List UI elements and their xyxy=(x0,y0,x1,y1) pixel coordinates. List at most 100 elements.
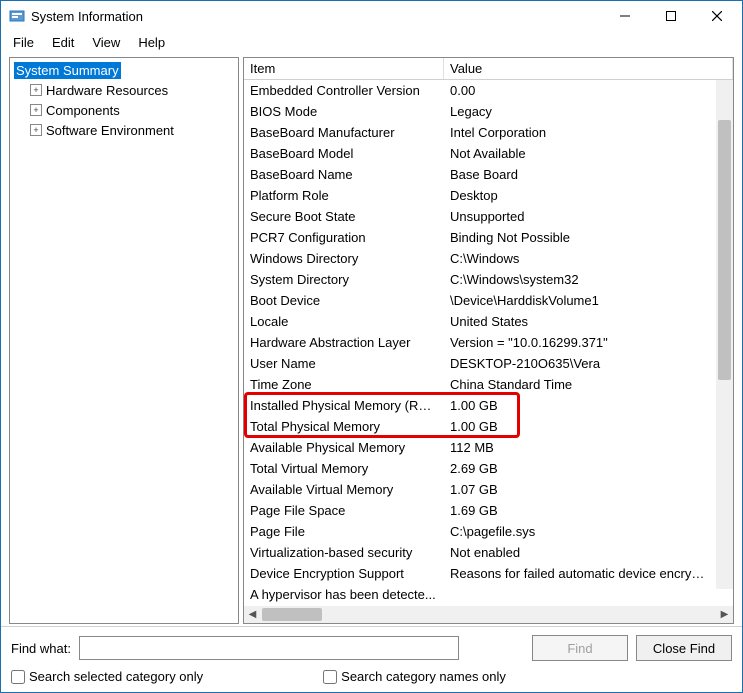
titlebar: System Information xyxy=(1,1,742,31)
cell-value: Base Board xyxy=(444,167,716,182)
cell-item: Platform Role xyxy=(244,188,444,203)
list-row[interactable]: Time ZoneChina Standard Time xyxy=(244,374,716,395)
scrollbar-thumb[interactable] xyxy=(262,608,322,621)
cell-value: Unsupported xyxy=(444,209,716,224)
cell-item: Boot Device xyxy=(244,293,444,308)
list-row[interactable]: BIOS ModeLegacy xyxy=(244,101,716,122)
search-selected-checkbox[interactable]: Search selected category only xyxy=(11,669,203,684)
list-row[interactable]: Hardware Abstraction LayerVersion = "10.… xyxy=(244,332,716,353)
checkbox-icon[interactable] xyxy=(11,670,25,684)
cell-value: 0.00 xyxy=(444,83,716,98)
cell-value: \Device\HarddiskVolume1 xyxy=(444,293,716,308)
menu-edit[interactable]: Edit xyxy=(44,33,82,52)
list-row[interactable]: Total Virtual Memory2.69 GB xyxy=(244,458,716,479)
cell-item: Secure Boot State xyxy=(244,209,444,224)
list-row[interactable]: Platform RoleDesktop xyxy=(244,185,716,206)
list-row[interactable]: Windows DirectoryC:\Windows xyxy=(244,248,716,269)
cell-value: 1.00 GB xyxy=(444,398,716,413)
column-item[interactable]: Item xyxy=(244,58,444,79)
checkbox-icon[interactable] xyxy=(323,670,337,684)
column-value[interactable]: Value xyxy=(444,58,733,79)
list-row[interactable]: Available Physical Memory112 MB xyxy=(244,437,716,458)
cell-item: System Directory xyxy=(244,272,444,287)
expand-icon[interactable]: + xyxy=(30,124,42,136)
checkbox-label: Search selected category only xyxy=(29,669,203,684)
window-title: System Information xyxy=(31,9,143,24)
list-row[interactable]: PCR7 ConfigurationBinding Not Possible xyxy=(244,227,716,248)
menubar: File Edit View Help xyxy=(1,31,742,53)
list-row[interactable]: Installed Physical Memory (RAM)1.00 GB xyxy=(244,395,716,416)
cell-item: Available Virtual Memory xyxy=(244,482,444,497)
list-row[interactable]: Embedded Controller Version0.00 xyxy=(244,80,716,101)
list-row[interactable]: Page File Space1.69 GB xyxy=(244,500,716,521)
cell-item: PCR7 Configuration xyxy=(244,230,444,245)
cell-item: Total Physical Memory xyxy=(244,419,444,434)
cell-value: Not Available xyxy=(444,146,716,161)
maximize-button[interactable] xyxy=(648,1,694,31)
list-row[interactable]: Page FileC:\pagefile.sys xyxy=(244,521,716,542)
scroll-right-icon[interactable]: ▶ xyxy=(716,606,733,623)
cell-item: Hardware Abstraction Layer xyxy=(244,335,444,350)
list-row[interactable]: Total Physical Memory1.00 GB xyxy=(244,416,716,437)
cell-item: Virtualization-based security xyxy=(244,545,444,560)
list-body: Embedded Controller Version0.00BIOS Mode… xyxy=(244,80,733,606)
list-row[interactable]: Secure Boot StateUnsupported xyxy=(244,206,716,227)
search-names-checkbox[interactable]: Search category names only xyxy=(323,669,506,684)
tree-item-components[interactable]: + Components xyxy=(10,100,238,120)
list-row[interactable]: Virtualization-based securityNot enabled xyxy=(244,542,716,563)
cell-value: Binding Not Possible xyxy=(444,230,716,245)
close-button[interactable] xyxy=(694,1,740,31)
list-row[interactable]: A hypervisor has been detecte... xyxy=(244,584,716,605)
close-find-button[interactable]: Close Find xyxy=(636,635,732,661)
list-panel: Item Value Embedded Controller Version0.… xyxy=(243,57,734,624)
cell-item: Embedded Controller Version xyxy=(244,83,444,98)
scroll-left-icon[interactable]: ◀ xyxy=(244,606,261,623)
find-input[interactable] xyxy=(79,636,459,660)
cell-value: 1.07 GB xyxy=(444,482,716,497)
find-label: Find what: xyxy=(11,641,71,656)
cell-value: Reasons for failed automatic device encr… xyxy=(444,566,716,581)
cell-value: Legacy xyxy=(444,104,716,119)
scrollbar-thumb[interactable] xyxy=(718,120,731,380)
list-row[interactable]: BaseBoard NameBase Board xyxy=(244,164,716,185)
list-header: Item Value xyxy=(244,58,733,80)
tree-item-hardware[interactable]: + Hardware Resources xyxy=(10,80,238,100)
list-row[interactable]: Boot Device\Device\HarddiskVolume1 xyxy=(244,290,716,311)
minimize-button[interactable] xyxy=(602,1,648,31)
menu-view[interactable]: View xyxy=(84,33,128,52)
cell-value: Desktop xyxy=(444,188,716,203)
tree-item-software[interactable]: + Software Environment xyxy=(10,120,238,140)
tree-root[interactable]: System Summary xyxy=(10,60,238,80)
vertical-scrollbar[interactable] xyxy=(716,80,733,589)
cell-item: Available Physical Memory xyxy=(244,440,444,455)
cell-item: Device Encryption Support xyxy=(244,566,444,581)
horizontal-scrollbar[interactable]: ◀ ▶ xyxy=(244,606,733,623)
cell-item: BaseBoard Manufacturer xyxy=(244,125,444,140)
cell-item: BaseBoard Model xyxy=(244,146,444,161)
expand-icon[interactable]: + xyxy=(30,104,42,116)
tree-panel[interactable]: System Summary + Hardware Resources + Co… xyxy=(9,57,239,624)
list-row[interactable]: BaseBoard ManufacturerIntel Corporation xyxy=(244,122,716,143)
cell-value: C:\Windows xyxy=(444,251,716,266)
cell-value: Not enabled xyxy=(444,545,716,560)
list-row[interactable]: LocaleUnited States xyxy=(244,311,716,332)
list-row[interactable]: Device Encryption SupportReasons for fai… xyxy=(244,563,716,584)
find-button[interactable]: Find xyxy=(532,635,628,661)
list-row[interactable]: Available Virtual Memory1.07 GB xyxy=(244,479,716,500)
cell-item: Installed Physical Memory (RAM) xyxy=(244,398,444,413)
cell-value: Version = "10.0.16299.371" xyxy=(444,335,716,350)
cell-value: United States xyxy=(444,314,716,329)
cell-item: BIOS Mode xyxy=(244,104,444,119)
cell-value: DESKTOP-210O635\Vera xyxy=(444,356,716,371)
list-row[interactable]: BaseBoard ModelNot Available xyxy=(244,143,716,164)
cell-item: User Name xyxy=(244,356,444,371)
menu-file[interactable]: File xyxy=(5,33,42,52)
menu-help[interactable]: Help xyxy=(130,33,173,52)
list-row[interactable]: System DirectoryC:\Windows\system32 xyxy=(244,269,716,290)
expand-icon[interactable]: + xyxy=(30,84,42,96)
tree-root-label: System Summary xyxy=(14,62,121,79)
cell-value: C:\pagefile.sys xyxy=(444,524,716,539)
cell-value: 2.69 GB xyxy=(444,461,716,476)
list-row[interactable]: User NameDESKTOP-210O635\Vera xyxy=(244,353,716,374)
cell-value: C:\Windows\system32 xyxy=(444,272,716,287)
